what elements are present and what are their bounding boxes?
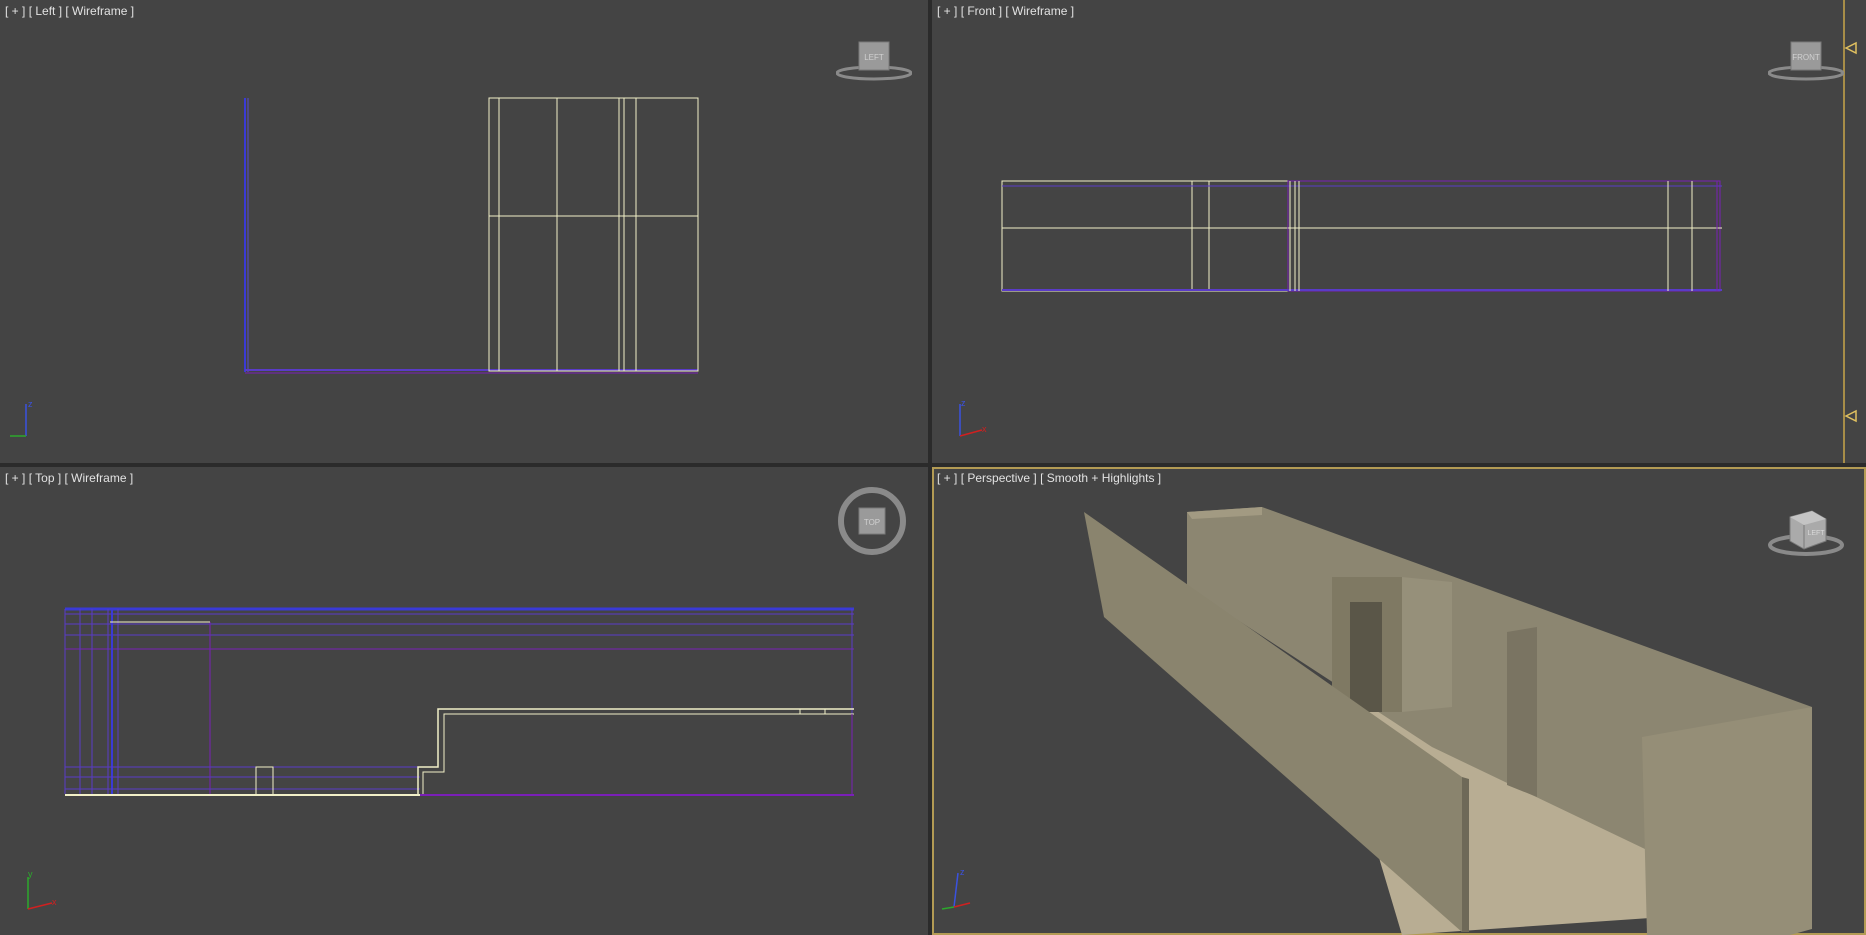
- viewcube-front[interactable]: FRONT: [1767, 38, 1845, 82]
- svg-text:z: z: [28, 399, 33, 409]
- svg-text:x: x: [982, 424, 987, 434]
- viewcube-left[interactable]: LEFT: [835, 38, 913, 82]
- front-wireframe: [1001, 0, 1857, 463]
- top-wireframe: [64, 607, 854, 796]
- viewport-perspective[interactable]: [ + ] [ Perspective ] [ Smooth + Highlig…: [932, 467, 1866, 935]
- axis-tripod-left: z: [10, 399, 33, 437]
- viewport-left[interactable]: [ + ] [ Left ] [ Wireframe ] LEFT z: [0, 0, 928, 463]
- viewcube-front-text: FRONT: [1792, 53, 1820, 62]
- axis-tripod-front: z x: [959, 398, 987, 437]
- viewcube-perspective-text: LEFT: [1807, 530, 1825, 537]
- svg-text:z: z: [960, 867, 965, 877]
- viewcube-top-text: TOP: [864, 518, 880, 527]
- viewcube-left-text: LEFT: [864, 53, 884, 62]
- viewport-top[interactable]: [ + ] [ Top ] [ Wireframe ] TOP y x: [0, 467, 928, 935]
- left-wireframe: [244, 97, 699, 374]
- viewcube-perspective[interactable]: LEFT: [1768, 505, 1844, 557]
- svg-text:x: x: [52, 897, 57, 907]
- axis-tripod-perspective: z: [941, 867, 971, 910]
- viewcube-top[interactable]: TOP: [834, 487, 910, 555]
- viewport-front[interactable]: [ + ] [ Front ] [ Wireframe ] FRONT z x: [932, 0, 1866, 463]
- svg-text:y: y: [28, 869, 33, 879]
- svg-text:z: z: [961, 398, 966, 408]
- axis-tripod-top: y x: [27, 869, 57, 910]
- perspective-scene: [1084, 507, 1812, 935]
